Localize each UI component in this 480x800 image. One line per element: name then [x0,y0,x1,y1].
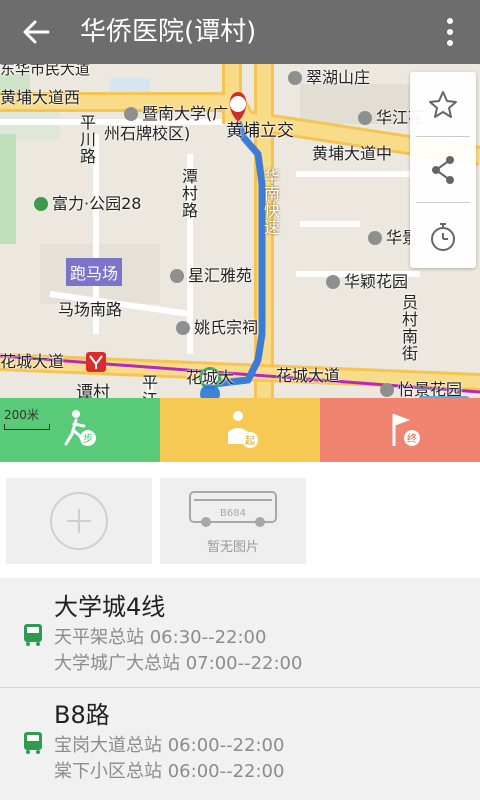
plus-icon [50,492,108,550]
divider [416,202,470,203]
stopwatch-icon [431,223,455,251]
drive-icon: 起 [228,411,258,448]
no-image-label: 暂无图片 [206,540,259,555]
map-label: 姚氏宗祠 [176,314,258,338]
svg-text:步: 步 [83,433,93,445]
map-scale: 200米 [4,406,50,430]
bus-icon [24,624,42,646]
map-side-panel [410,72,476,268]
map-label: 怡景花园 [380,376,462,398]
map-label: 华颖花园 [326,268,408,292]
map-label: 平川路 [77,114,96,165]
svg-text:起: 起 [245,435,255,447]
divider [0,687,480,688]
list-item[interactable]: B8路 宝岗大道总站 06:00--22:00 棠下小区总站 06:00--22… [0,688,480,796]
map-label: 花城大道 [0,352,65,371]
map-label: 马场南路 [58,300,123,319]
map-label: 富力·公园28 [34,190,141,214]
route-name: B8路 [54,701,110,729]
drive-mode-button[interactable]: 起 [160,398,320,462]
map-label: 跑马场 [66,258,123,286]
share-button[interactable] [410,138,476,202]
add-photo-button[interactable] [6,478,152,564]
map-label: 谭村 [76,383,110,398]
bus-icon: B684 [189,491,277,527]
back-button[interactable] [18,16,58,48]
arrow-left-icon [23,20,50,44]
bus-icon [24,732,42,754]
star-icon [429,91,457,118]
destination-mode-button[interactable]: 终 [320,398,480,462]
map-label: 星汇雅苑 [170,262,252,286]
svg-text:终: 终 [407,432,417,445]
map-view[interactable]: 东华市民大道 翠湖山庄 黄埔大道西 暨南大学(广 州石牌校区) 平川路 黄埔立交 … [0,64,480,398]
route-schedule: 棠下小区总站 06:00--22:00 [54,761,285,782]
photo-strip: B684 暂无图片 [0,462,480,578]
more-button[interactable] [436,14,464,50]
map-label: 黄埔大道西 [0,88,81,107]
svg-text:B684: B684 [220,508,246,519]
map-label: 潭村路 [179,168,198,219]
bus-route-list: 大学城4线 天平架总站 06:30--22:00 大学城广大总站 07:00--… [0,580,480,800]
timer-button[interactable] [410,204,476,268]
list-item[interactable]: 大学城4线 天平架总站 06:30--22:00 大学城广大总站 07:00--… [0,580,480,688]
share-icon [432,156,454,184]
top-bar: 华侨医院(谭村) [0,0,480,64]
no-image-placeholder: B684 暂无图片 [160,478,306,564]
map-label: 平江路 [136,374,160,398]
favorite-button[interactable] [410,72,476,136]
map-label: 员村南街 [399,294,418,362]
map-label: 暨南大学(广 州石牌校区) [104,104,229,143]
flag-icon: 终 [392,414,420,446]
map-label: 东华市民大道 [0,64,91,78]
map-label: 花城大道 [276,366,341,385]
route-schedule: 天平架总站 06:30--22:00 [54,627,267,648]
route-schedule: 大学城广大总站 07:00--22:00 [54,653,303,674]
map-label: 华南快速 [261,168,280,236]
map-label: 黄埔大道中 [312,144,393,163]
route-name: 大学城4线 [54,593,166,621]
travel-mode-bar: 步 起 终 [0,398,480,462]
more-vert-icon [447,18,453,46]
divider [416,136,470,137]
map-label: 翠湖山庄 [288,64,370,88]
route-schedule: 宝岗大道总站 06:00--22:00 [54,735,285,756]
map-label: 黄埔立交 [226,121,294,141]
page-title: 华侨医院(谭村) [80,17,257,47]
map-label: 花城大 [186,368,235,387]
